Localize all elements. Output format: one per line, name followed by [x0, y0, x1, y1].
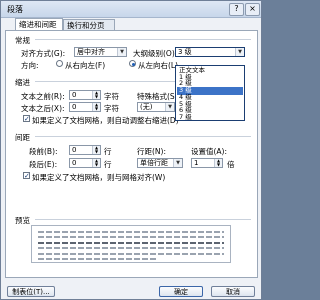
close-button[interactable]: ×	[245, 3, 260, 16]
title-bar[interactable]: 段落 ? ×	[1, 1, 261, 18]
outline-label: 大纲级别(O):	[133, 49, 178, 58]
space-after-label: 段后(E):	[29, 160, 58, 169]
alignment-value: 居中对齐	[77, 48, 105, 56]
indent-after-label: 文本之后(X):	[21, 104, 65, 113]
direction-ltr-radio[interactable]	[129, 60, 136, 67]
indent-divider	[35, 81, 175, 82]
spin-arrows-icon[interactable]: ▲ ▼	[214, 159, 222, 167]
space-before-unit: 行	[104, 147, 112, 156]
space-before-value: 0	[72, 146, 77, 154]
outline-select[interactable]: 3 级 ▼	[175, 47, 245, 57]
setting-value-value: 1	[194, 159, 199, 167]
spin-arrows-icon[interactable]: ▲ ▼	[92, 159, 100, 167]
indent-grid-label: 如果定义了文档网格，则自动调整右缩进(D)	[32, 116, 179, 125]
line-spacing-label: 行距(N):	[137, 147, 166, 156]
space-after-unit: 行	[104, 160, 112, 169]
outline-option[interactable]: 7 级	[177, 113, 243, 122]
special-format-select[interactable]: (无) ▼	[137, 102, 175, 112]
setting-value-input[interactable]: 1 ▲ ▼	[191, 158, 223, 168]
preview-text-line	[38, 236, 224, 238]
indent-before-label: 文本之前(R):	[21, 92, 65, 101]
space-before-input[interactable]: 0 ▲ ▼	[69, 145, 101, 155]
spin-arrows-icon[interactable]: ▲ ▼	[92, 91, 100, 99]
direction-rtl-radio[interactable]	[56, 60, 63, 67]
general-section-label: 常规	[15, 36, 30, 45]
outline-value: 3 级	[178, 48, 192, 56]
indent-after-value: 0	[72, 103, 77, 111]
direction-ltr-label: 从左向右(L)	[138, 61, 179, 70]
indent-section-label: 缩进	[15, 78, 30, 87]
space-before-label: 段前(B):	[29, 147, 58, 156]
special-format-value: (无)	[140, 103, 153, 111]
dialog-title: 段落	[7, 5, 23, 14]
preview-text-line	[38, 242, 224, 244]
preview-text-line	[38, 231, 224, 233]
chevron-down-icon: ▼	[173, 159, 182, 167]
direction-rtl-label: 从右向左(F)	[65, 61, 106, 70]
spin-arrows-icon[interactable]: ▲ ▼	[92, 103, 100, 111]
line-spacing-value: 单倍行距	[140, 159, 168, 167]
spin-arrows-icon[interactable]: ▲ ▼	[92, 146, 100, 154]
indent-before-input[interactable]: 0 ▲ ▼	[69, 90, 101, 100]
space-after-value: 0	[72, 159, 77, 167]
special-format-label: 特殊格式(S):	[137, 92, 181, 101]
indent-before-value: 0	[72, 91, 77, 99]
line-spacing-select[interactable]: 单倍行距 ▼	[137, 158, 183, 168]
cancel-button[interactable]: 取消	[211, 286, 255, 297]
tab-stops-button[interactable]: 制表位(T)...	[7, 286, 55, 297]
chevron-down-icon: ▼	[165, 103, 174, 111]
spacing-grid-checkbox[interactable]: ✓	[23, 172, 30, 180]
outline-dropdown-list: 正文文本 1 级2 级3 级4 级5 级6 级7 级	[175, 65, 245, 121]
chevron-down-icon: ▼	[235, 48, 244, 56]
preview-section-label: 预览	[15, 216, 30, 225]
indent-after-unit: 字符	[104, 104, 119, 113]
chevron-down-icon: ▼	[117, 48, 126, 56]
space-after-input[interactable]: 0 ▲ ▼	[69, 158, 101, 168]
spacing-grid-label: 如果定义了文档网格，则与网格对齐(W)	[32, 173, 166, 182]
direction-label: 方向:	[21, 61, 39, 70]
preview-divider	[35, 219, 251, 220]
preview-text-line	[38, 258, 158, 260]
alignment-select[interactable]: 居中对齐 ▼	[74, 47, 127, 57]
preview-text-line	[38, 253, 224, 255]
indent-before-unit: 字符	[104, 92, 119, 101]
general-divider	[35, 39, 251, 40]
indent-after-input[interactable]: 0 ▲ ▼	[69, 102, 101, 112]
spacing-divider	[35, 136, 251, 137]
preview-text-line	[38, 247, 224, 249]
ok-button[interactable]: 确定	[159, 286, 203, 297]
preview-box	[31, 225, 231, 263]
alignment-label: 对齐方式(G):	[21, 49, 66, 58]
paragraph-dialog: 段落 ? × 缩进和间距(I) 换行和分页(P) 常规 对齐方式(G): 居中对…	[0, 0, 262, 300]
help-button[interactable]: ?	[229, 3, 244, 16]
setting-value-unit: 倍	[227, 160, 235, 169]
indent-grid-checkbox[interactable]: ✓	[23, 115, 30, 123]
setting-value-label: 设置值(A):	[191, 147, 228, 156]
spacing-section-label: 间距	[15, 133, 30, 142]
